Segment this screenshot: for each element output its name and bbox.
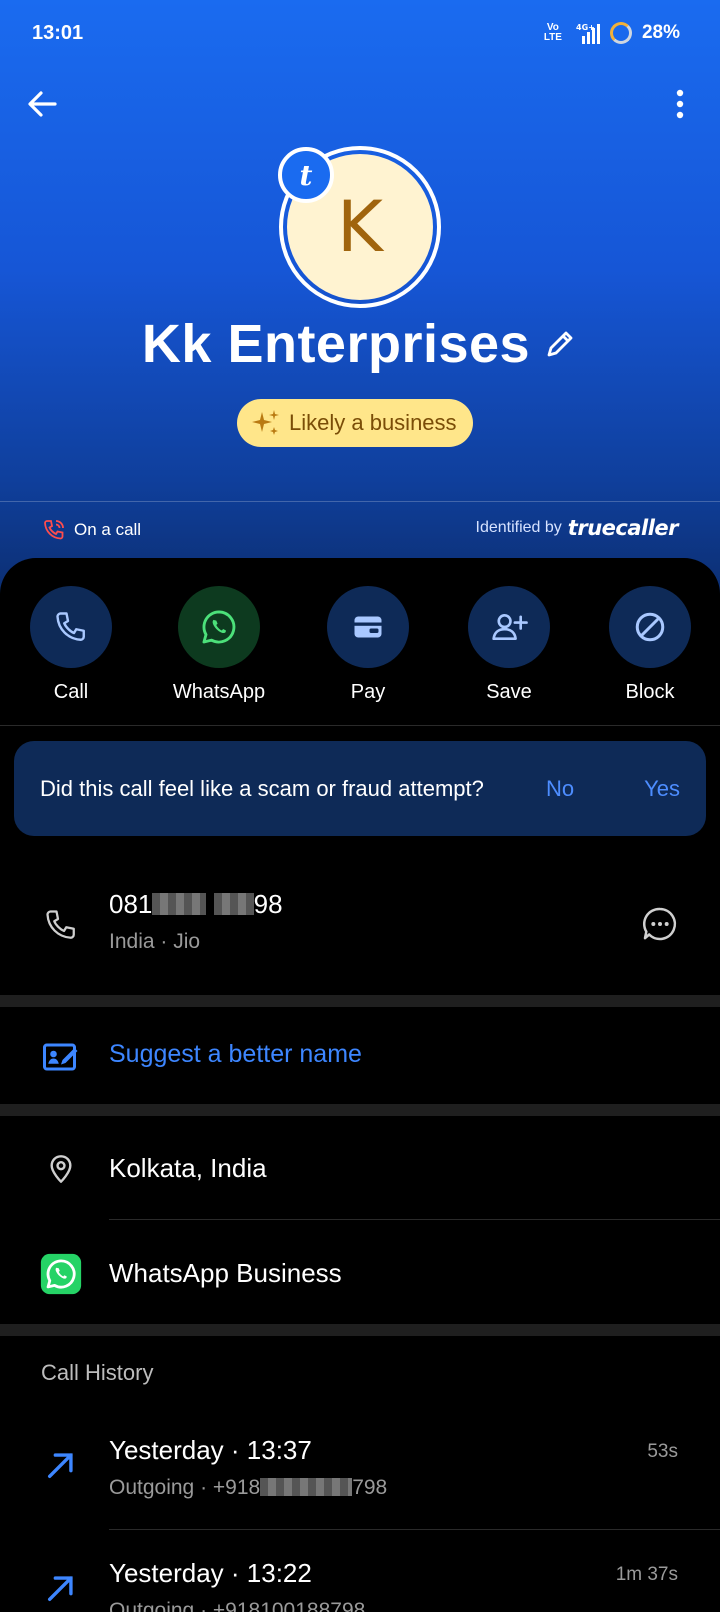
battery-icon xyxy=(609,22,632,44)
arrow-up-right-icon xyxy=(47,1576,73,1602)
save-label: Save xyxy=(486,681,532,703)
carrier-info: India · Jio xyxy=(109,930,201,953)
section-divider xyxy=(0,1324,720,1336)
map-pin-icon xyxy=(50,1155,72,1183)
scam-feedback-card: Did this call feel like a scam or fraud … xyxy=(14,741,706,836)
more-vertical-icon xyxy=(676,89,684,119)
truecaller-logo: truecaller xyxy=(567,516,679,540)
likely-business-chip: Likely a business xyxy=(237,399,473,447)
redacted-block xyxy=(152,893,207,915)
arrow-left-icon xyxy=(28,91,57,117)
pencil-icon xyxy=(547,331,573,357)
whatsapp-button[interactable] xyxy=(178,586,260,668)
whatsapp-label: WhatsApp xyxy=(172,681,266,703)
block-button[interactable] xyxy=(609,586,691,668)
message-button[interactable] xyxy=(640,904,680,944)
whatsapp-icon xyxy=(40,1253,82,1295)
back-button[interactable] xyxy=(22,84,62,124)
whatsapp-icon xyxy=(202,610,236,644)
volte-icon: Vo LTE xyxy=(543,22,562,43)
edit-name-button[interactable] xyxy=(542,326,578,362)
pay-label: Pay xyxy=(350,681,386,703)
call-duration: 53s xyxy=(647,1441,678,1462)
whatsapp-business-icon xyxy=(40,1253,82,1295)
action-bar: Call WhatsApp Pay Save Block xyxy=(0,586,720,706)
wallet-icon xyxy=(354,616,382,638)
suggest-better-name-link[interactable]: Suggest a better name xyxy=(109,1040,362,1069)
phone-number[interactable]: 081 98 xyxy=(109,889,283,920)
status-icons: Vo LTE 4G+ 28% xyxy=(544,22,680,44)
identified-by-label: Identified by xyxy=(475,519,562,536)
scam-question: Did this call feel like a scam or fraud … xyxy=(40,775,484,801)
call-button[interactable] xyxy=(30,586,112,668)
block-icon xyxy=(635,612,665,642)
outgoing-call-icon xyxy=(40,1444,82,1486)
save-action[interactable]: Save xyxy=(454,586,564,704)
call-label: Call xyxy=(53,681,89,703)
identified-by: Identified by truecaller xyxy=(475,516,679,540)
phone-icon xyxy=(46,910,75,939)
call-time: Yesterday · 13:37 xyxy=(109,1435,312,1465)
sparkle-icon xyxy=(252,410,279,435)
scam-yes-button[interactable]: Yes xyxy=(644,776,680,802)
truecaller-badge-icon: t xyxy=(278,147,334,203)
arrow-up-right-icon xyxy=(47,1453,73,1479)
business-chip-label: Likely a business xyxy=(289,410,457,435)
status-bar: 13:01 Vo LTE 4G+ 28% xyxy=(32,18,680,48)
section-divider xyxy=(0,1104,720,1116)
call-status: On a call xyxy=(42,518,141,542)
status-time: 13:01 xyxy=(32,21,84,44)
name-row: Kk Enterprises xyxy=(0,313,720,375)
outgoing-call-icon xyxy=(40,1567,82,1609)
scam-no-button[interactable]: No xyxy=(546,776,574,802)
call-action[interactable]: Call xyxy=(16,586,126,704)
section-divider xyxy=(0,995,720,1007)
location-icon xyxy=(40,1148,82,1190)
call-detail: Outgoing · +918 798 xyxy=(109,1476,388,1499)
row-divider xyxy=(109,1219,720,1220)
add-contact-icon xyxy=(492,613,528,641)
block-label: Block xyxy=(625,681,675,703)
call-time: Yesterday · 13:22 xyxy=(109,1558,312,1588)
pay-action[interactable]: Pay xyxy=(313,586,423,704)
signal-icon: 4G+ xyxy=(576,23,600,44)
edit-card-icon xyxy=(43,1043,78,1071)
phone-number-icon xyxy=(40,904,82,946)
battery-percent: 28% xyxy=(641,22,680,43)
call-duration: 1m 37s xyxy=(615,1564,678,1585)
call-status-label: On a call xyxy=(74,520,142,539)
location-text: Kolkata, India xyxy=(109,1153,267,1183)
redacted-block xyxy=(213,893,254,915)
block-action[interactable]: Block xyxy=(595,586,705,704)
row-divider xyxy=(109,1529,720,1530)
whatsapp-business-label[interactable]: WhatsApp Business xyxy=(109,1258,342,1289)
call-history-item[interactable]: Yesterday · 13:37 Outgoing · +918 798 xyxy=(109,1435,387,1500)
redacted-block xyxy=(260,1478,353,1496)
whatsapp-action[interactable]: WhatsApp xyxy=(164,586,274,704)
phone-number-prefix: 081 xyxy=(109,889,153,919)
suggest-name-icon xyxy=(40,1036,82,1078)
call-history-item[interactable]: Yesterday · 13:22 Outgoing · +9181001887… xyxy=(109,1558,365,1612)
chat-bubble-icon xyxy=(642,907,677,941)
header-divider xyxy=(0,501,720,502)
contact-name: Kk Enterprises xyxy=(141,314,531,374)
phone-icon xyxy=(56,612,85,641)
more-options-button[interactable] xyxy=(668,84,692,124)
phone-ringing-icon xyxy=(44,520,64,540)
pay-button[interactable] xyxy=(327,586,409,668)
save-button[interactable] xyxy=(468,586,550,668)
call-detail: Outgoing · +918100188798 xyxy=(109,1599,366,1612)
phone-number-suffix: 98 xyxy=(253,889,283,919)
call-history-title: Call History xyxy=(41,1360,154,1385)
phone-number-block[interactable]: 081 98 India · Jio xyxy=(109,889,283,954)
actions-divider xyxy=(0,725,720,726)
